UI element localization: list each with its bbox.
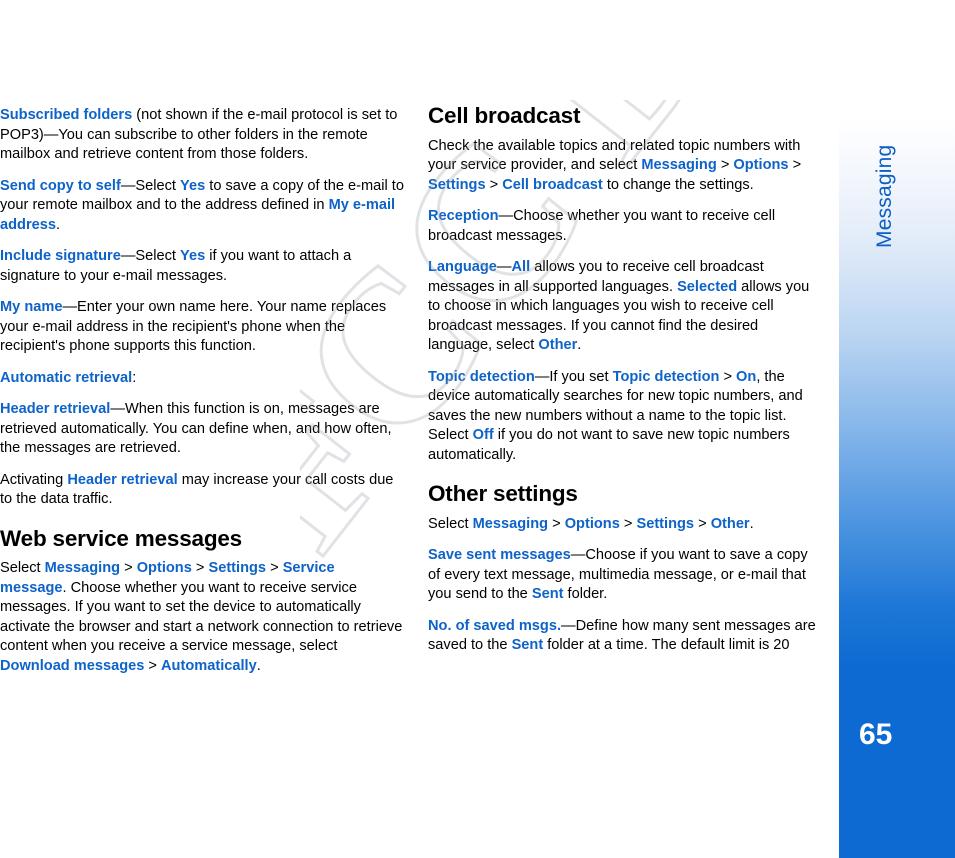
emphasis-term: Include signature <box>0 248 121 264</box>
body-text: . <box>256 657 261 674</box>
emphasis-term: Subscribed folders <box>0 107 133 123</box>
body-text: to change the settings. <box>602 176 754 193</box>
emphasis-term: Selected <box>677 278 738 295</box>
body-text: > <box>548 515 565 532</box>
emphasis-term: On <box>736 368 757 385</box>
body-text: > <box>788 157 802 173</box>
emphasis-term: Header retrieval <box>0 401 111 417</box>
document-page: Subscribed folders (not shown if the e-m… <box>0 0 955 858</box>
body-text: > <box>191 560 209 576</box>
body-text: folder at a time. The default limit is 2… <box>543 637 790 653</box>
body-text: . <box>577 337 582 353</box>
body-text: > <box>719 368 737 385</box>
emphasis-term: Yes <box>180 248 206 264</box>
emphasis-term: Options <box>136 560 192 576</box>
page-sidebar: Messaging 65 <box>839 0 955 858</box>
emphasis-term: Send copy to self <box>0 177 121 194</box>
body-text: > <box>694 515 711 532</box>
body-text: . <box>55 216 61 233</box>
emphasis-term: Topic detection <box>612 368 720 385</box>
heading-cell-broadcast: Cell broadcast <box>428 103 581 128</box>
emphasis-term: Header retrieval <box>67 471 178 488</box>
body-text: > <box>266 560 283 576</box>
left-text-column: Subscribed folders (not shown if the e-m… <box>0 106 404 688</box>
paragraph: Topic detection—If you set Topic detecti… <box>428 368 822 466</box>
emphasis-term: Other <box>538 337 578 353</box>
emphasis-term: Options <box>733 157 789 173</box>
body-text: Select <box>428 515 473 532</box>
emphasis-term: Topic detection <box>428 368 535 385</box>
sidebar-chapter-label-text: Messaging <box>873 144 896 248</box>
paragraph: Send copy to self—Select Yes to save a c… <box>0 177 404 236</box>
paragraph: Include signature—Select Yes if you want… <box>0 247 404 286</box>
heading-other-settings: Other settings <box>428 481 578 506</box>
emphasis-term: Settings <box>208 560 267 576</box>
emphasis-term: Other <box>710 515 750 532</box>
body-text: — <box>496 259 512 275</box>
body-text: —Select <box>120 177 181 194</box>
body-text: —Select <box>120 248 181 264</box>
body-text: : <box>132 369 137 386</box>
paragraph: Language—All allows you to receive cell … <box>428 258 822 356</box>
emphasis-term: Yes <box>180 177 206 194</box>
paragraph: Automatic retrieval: <box>0 369 404 389</box>
body-text: > <box>144 657 162 674</box>
emphasis-term: Save sent messages <box>428 547 571 563</box>
paragraph: Activating Header retrieval may increase… <box>0 471 404 510</box>
emphasis-term: Options <box>564 515 620 532</box>
left-paragraphs-block: Subscribed folders (not shown if the e-m… <box>0 106 404 510</box>
paragraph: Save sent messages—Choose if you want to… <box>428 546 822 605</box>
emphasis-term: Automatic retrieval <box>0 369 133 386</box>
body-text: folder. <box>563 586 608 602</box>
body-text: —If you set <box>534 368 613 385</box>
paragraph: My name—Enter your own name here. Your n… <box>0 298 404 357</box>
paragraph: Select Messaging > Options > Settings > … <box>428 515 822 535</box>
emphasis-term: Language <box>428 259 497 275</box>
paragraph: Header retrieval—When this function is o… <box>0 400 404 459</box>
body-text: > <box>485 176 503 193</box>
right-text-column: Cell broadcast Check the available topic… <box>428 103 822 668</box>
emphasis-term: All <box>511 259 531 275</box>
left-after-heading-block: Select Messaging > Options > Settings > … <box>0 559 404 676</box>
body-text: > <box>619 515 637 532</box>
body-text: Select <box>0 560 45 576</box>
paragraph: No. of saved msgs.—Define how many sent … <box>428 617 822 656</box>
emphasis-term: Download messages <box>0 657 145 674</box>
heading-web-service-messages: Web service messages <box>0 525 242 551</box>
paragraph: Check the available topics and related t… <box>428 137 822 196</box>
emphasis-term: Reception <box>428 208 499 224</box>
paragraph: Select Messaging > Options > Settings > … <box>0 559 404 676</box>
page-number: 65 <box>859 718 893 751</box>
body-text: > <box>716 157 734 173</box>
body-text: > <box>120 560 137 576</box>
emphasis-term: Sent <box>511 637 544 653</box>
emphasis-term: Automatically <box>161 657 257 674</box>
emphasis-term: Off <box>472 427 494 443</box>
emphasis-term: Cell broadcast <box>502 176 603 193</box>
emphasis-term: Settings <box>428 176 486 193</box>
paragraph: Reception—Choose whether you want to rec… <box>428 207 822 246</box>
sidebar-chapter-label: Messaging <box>839 0 955 300</box>
right-paragraphs-block-2: Select Messaging > Options > Settings > … <box>428 515 822 656</box>
emphasis-term: Messaging <box>472 515 549 532</box>
emphasis-term: Sent <box>531 586 564 602</box>
emphasis-term: No. of saved msgs. <box>428 617 562 634</box>
emphasis-term: Messaging <box>44 560 121 576</box>
paragraph: Subscribed folders (not shown if the e-m… <box>0 106 404 165</box>
emphasis-term: Messaging <box>641 157 717 173</box>
body-text: Activating <box>0 471 68 488</box>
right-paragraphs-block-1: Check the available topics and related t… <box>428 137 822 466</box>
emphasis-term: My name <box>0 299 63 315</box>
emphasis-term: Settings <box>636 515 695 532</box>
body-text: . <box>749 515 754 532</box>
